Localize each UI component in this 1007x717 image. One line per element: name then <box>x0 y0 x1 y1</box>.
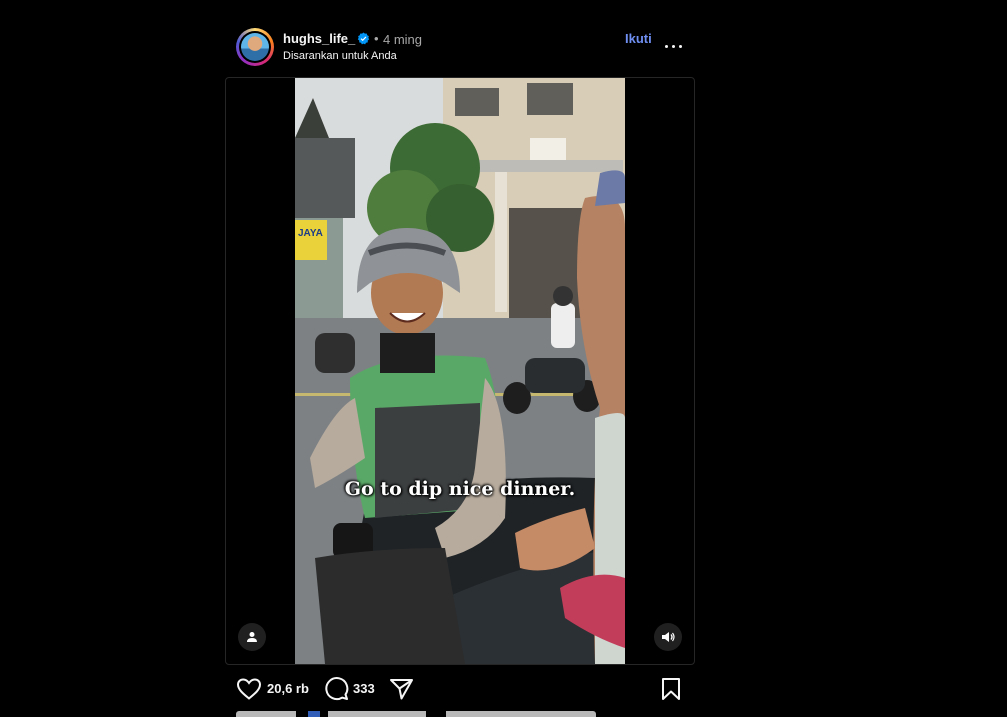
verified-badge-icon <box>357 32 370 45</box>
bookmark-icon[interactable] <box>660 677 682 701</box>
tag-user-icon[interactable] <box>238 623 266 651</box>
video-frame: JAYA <box>295 78 625 664</box>
instagram-post: hughs_life_ • 4 ming Disarankan untuk An… <box>0 0 1007 717</box>
video-caption: Go to dip nice dinner. <box>344 478 576 500</box>
caption-preview-cutoff <box>236 711 596 717</box>
heart-icon[interactable] <box>236 677 262 701</box>
username-link[interactable]: hughs_life_ <box>283 31 355 46</box>
more-options-icon[interactable] <box>662 38 686 54</box>
suggested-label: Disarankan untuk Anda <box>283 50 397 62</box>
video-player[interactable]: JAYA Go to dip nice dinner. <box>295 78 625 664</box>
post-time[interactable]: 4 ming <box>383 32 422 47</box>
avatar[interactable] <box>236 28 274 66</box>
avatar-photo <box>241 33 269 61</box>
separator-dot: • <box>374 31 379 46</box>
follow-button[interactable]: Ikuti <box>625 31 652 46</box>
comment-count[interactable]: 333 <box>353 681 375 696</box>
post-media[interactable]: JAYA Go to dip nice dinner. <box>225 77 695 665</box>
share-icon[interactable] <box>389 677 415 701</box>
sound-icon[interactable] <box>654 623 682 651</box>
comment-icon[interactable] <box>323 677 349 701</box>
like-count[interactable]: 20,6 rb <box>267 681 309 696</box>
shop-sign-text: JAYA <box>298 228 323 239</box>
